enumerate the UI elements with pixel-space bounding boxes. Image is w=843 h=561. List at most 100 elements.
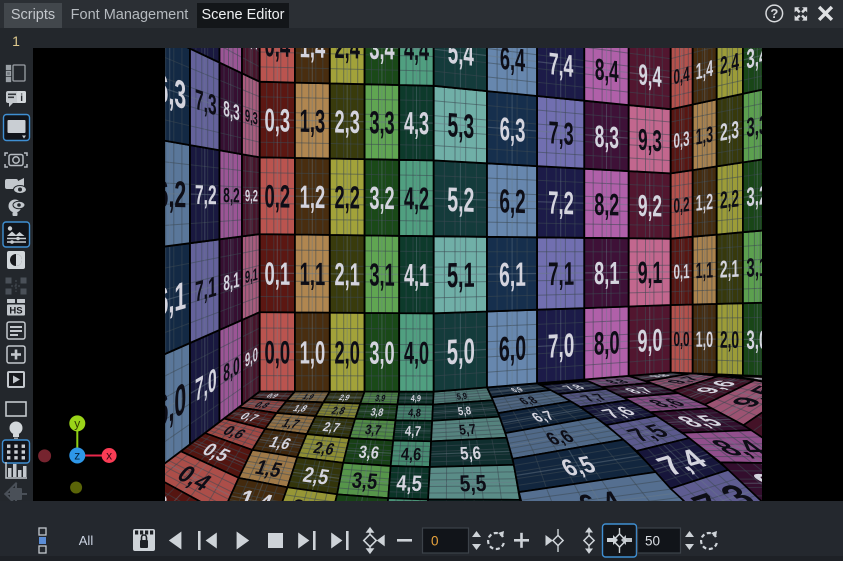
svg-text:0,2: 0,2 [265,178,291,215]
svg-text:2,0: 2,0 [720,327,739,354]
svg-text:y: y [74,417,80,431]
svg-text:9,2: 9,2 [638,190,662,224]
svg-text:2,1: 2,1 [720,256,739,284]
svg-text:2,4: 2,4 [335,48,361,66]
svg-text:7,4: 7,4 [549,48,574,84]
svg-text:6,3: 6,3 [500,110,526,149]
svg-text:2,0: 2,0 [335,334,360,371]
svg-text:6,2: 6,2 [165,175,186,216]
svg-text:6,3: 6,3 [165,64,186,118]
svg-text:7,1: 7,1 [195,270,217,308]
svg-text:9,1: 9,1 [638,256,663,291]
svg-text:0,0: 0,0 [265,334,291,371]
svg-text:3,6: 3,6 [357,442,380,463]
svg-text:1,4: 1,4 [300,48,326,65]
svg-text:z: z [74,449,80,463]
svg-text:5,7: 5,7 [458,421,477,438]
svg-text:8,1: 8,1 [594,254,619,291]
svg-text:3,1: 3,1 [369,256,394,293]
svg-text:7,1: 7,1 [548,255,574,292]
svg-text:9,0: 9,0 [638,323,663,359]
svg-text:2,2: 2,2 [335,179,360,216]
svg-text:0,1: 0,1 [265,255,291,292]
svg-text:5,4: 5,4 [448,48,474,73]
svg-text:8,2: 8,2 [594,188,619,223]
svg-text:1,0: 1,0 [300,334,325,371]
svg-text:5,3: 5,3 [447,105,474,145]
svg-text:1,3: 1,3 [696,121,713,150]
svg-text:3,2: 3,2 [746,179,762,212]
svg-text:3,7: 3,7 [364,422,383,438]
svg-text:9,4: 9,4 [638,58,662,94]
svg-text:5,8: 5,8 [457,406,472,419]
svg-text:5,6: 5,6 [459,443,482,464]
svg-text:1,1: 1,1 [696,258,713,284]
svg-text:3,5: 3,5 [350,469,378,495]
svg-text:1: 1 [12,33,20,49]
svg-text:1,2: 1,2 [696,189,713,216]
svg-text:1,0: 1,0 [696,327,713,352]
svg-text:8,1: 8,1 [223,267,240,296]
svg-text:4,1: 4,1 [404,259,429,294]
svg-text:HS: HS [9,306,22,317]
svg-text:?: ? [770,6,778,21]
svg-text:7,3: 7,3 [549,116,574,152]
svg-text:2,4: 2,4 [720,49,740,81]
svg-text:4,3: 4,3 [404,107,429,142]
svg-text:3,3: 3,3 [369,104,394,141]
svg-text:0: 0 [431,534,439,549]
svg-text:5,2: 5,2 [447,180,474,219]
svg-text:0,2: 0,2 [673,193,689,218]
svg-text:5,5: 5,5 [459,470,487,496]
svg-text:4,7: 4,7 [404,423,421,440]
svg-text:0,1: 0,1 [673,260,689,284]
svg-text:4,2: 4,2 [404,182,429,217]
svg-text:8,2: 8,2 [223,184,239,208]
svg-text:8,0: 8,0 [594,324,620,362]
svg-text:i: i [20,93,23,104]
svg-text:0,4: 0,4 [264,48,290,64]
svg-text:0,3: 0,3 [673,127,689,153]
svg-text:5,0: 5,0 [447,332,475,373]
svg-text:1,1: 1,1 [300,255,325,292]
svg-text:4,9: 4,9 [410,394,421,404]
svg-text:3,0: 3,0 [746,324,762,355]
svg-text:3,4: 3,4 [369,48,395,67]
svg-text:x: x [106,449,112,463]
svg-text:5,1: 5,1 [447,256,475,296]
svg-text:1,2: 1,2 [300,178,325,215]
svg-text:6,2: 6,2 [499,182,525,221]
svg-text:3,4: 3,4 [746,48,762,75]
svg-text:2,3: 2,3 [335,103,360,140]
svg-text:2,2: 2,2 [720,185,739,214]
svg-text:0,3: 0,3 [265,102,291,139]
svg-text:9,1: 9,1 [245,265,258,287]
svg-text:50: 50 [645,534,660,549]
svg-text:3,1: 3,1 [746,251,762,283]
svg-text:3,0: 3,0 [369,334,394,371]
svg-text:4,6: 4,6 [400,445,422,465]
svg-text:2,1: 2,1 [335,256,360,293]
svg-text:2,3: 2,3 [720,117,739,148]
svg-text:4,5: 4,5 [396,472,423,497]
svg-text:1,4: 1,4 [696,54,714,84]
svg-text:7,2: 7,2 [195,179,217,210]
svg-text:6,1: 6,1 [499,255,526,293]
svg-text:0,4: 0,4 [673,62,689,89]
svg-text:4,4: 4,4 [404,48,430,68]
svg-text:6,0: 6,0 [499,329,526,369]
svg-text:9,2: 9,2 [245,186,258,205]
svg-text:7,2: 7,2 [548,184,574,222]
svg-text:All: All [79,533,94,548]
svg-text:7,0: 7,0 [548,326,574,366]
svg-text:1,3: 1,3 [300,102,325,139]
svg-text:4,0: 4,0 [404,337,429,371]
svg-text:3,3: 3,3 [746,109,762,144]
svg-text:6,4: 6,4 [500,48,526,79]
svg-text:6,1: 6,1 [165,272,186,325]
svg-text:8,4: 8,4 [595,53,619,89]
svg-text:9,3: 9,3 [638,124,662,159]
svg-text:8,3: 8,3 [595,119,619,155]
svg-text:4,8: 4,8 [408,408,422,420]
svg-text:3,2: 3,2 [369,179,394,216]
